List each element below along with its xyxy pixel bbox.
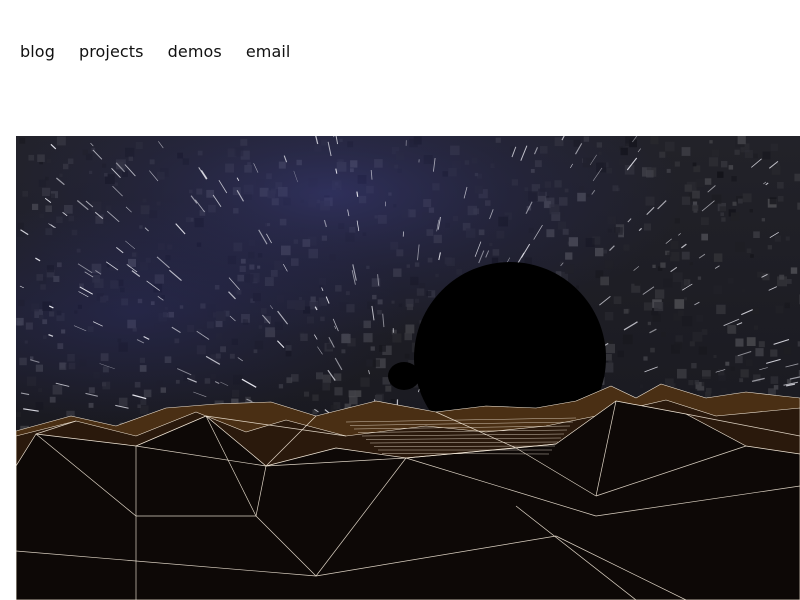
nav-link-blog[interactable]: blog (20, 41, 55, 63)
page: blog projects demos email (0, 0, 800, 600)
nav-link-projects[interactable]: projects (79, 41, 144, 63)
nav-link-demos[interactable]: demos (168, 41, 222, 63)
wireframe-terrain-scene[interactable] (16, 136, 800, 600)
top-navigation: blog projects demos email (20, 41, 290, 63)
moon-silhouette (388, 362, 420, 390)
nav-link-email[interactable]: email (246, 41, 291, 63)
terrain-demo-canvas[interactable] (16, 136, 800, 600)
